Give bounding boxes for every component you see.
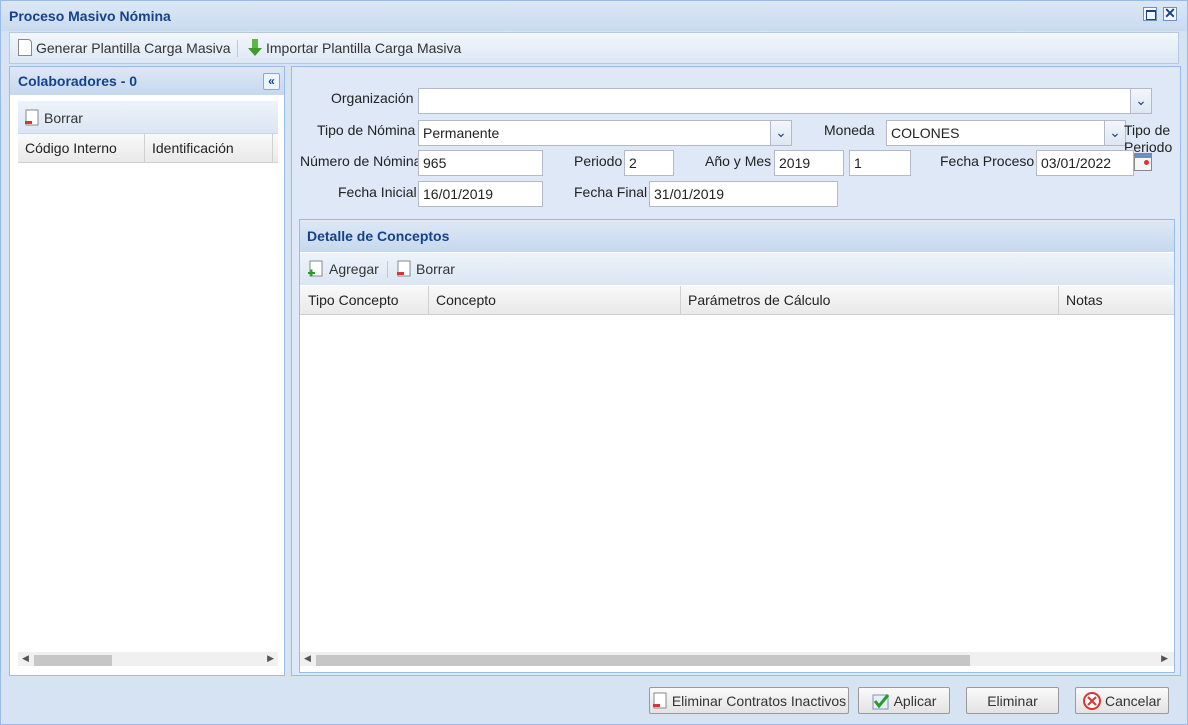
close-icon[interactable]: ✕ bbox=[1163, 5, 1177, 21]
collaborators-grid-header: Código Interno Identificación bbox=[18, 134, 278, 163]
check-icon bbox=[872, 693, 889, 709]
currency-select[interactable]: COLONES bbox=[886, 120, 1106, 146]
organization-select[interactable] bbox=[418, 88, 1132, 114]
apply-button[interactable]: Aplicar bbox=[858, 687, 950, 714]
maximize-icon[interactable] bbox=[1143, 7, 1157, 21]
payroll-type-label: Tipo de Nómina bbox=[317, 122, 416, 138]
column-header[interactable]: Parámetros de Cálculo bbox=[688, 292, 830, 308]
download-arrow-icon bbox=[248, 39, 262, 56]
concepts-panel: Detalle de Conceptos Agregar Borrar Tipo… bbox=[299, 219, 1175, 673]
delete-concept-button[interactable]: Borrar bbox=[396, 260, 455, 278]
concepts-toolbar: Agregar Borrar bbox=[300, 253, 1174, 285]
collaborators-toolbar: Borrar bbox=[18, 101, 278, 134]
end-date-label: Fecha Final bbox=[574, 184, 648, 200]
add-doc-icon bbox=[308, 260, 323, 277]
column-separator bbox=[680, 286, 681, 314]
collapse-left-icon[interactable]: « bbox=[263, 73, 280, 90]
column-header[interactable]: Código Interno bbox=[25, 140, 117, 156]
column-separator bbox=[144, 134, 145, 162]
main-toolbar: Generar Plantilla Carga Masiva Importar … bbox=[9, 32, 1179, 64]
document-icon bbox=[18, 39, 32, 56]
column-header[interactable]: Tipo Concepto bbox=[308, 292, 399, 308]
collaborators-header: Colaboradores - 0 « bbox=[10, 67, 284, 95]
concepts-grid-header: Tipo Concepto Concepto Parámetros de Cál… bbox=[300, 286, 1174, 315]
add-concept-button[interactable]: Agregar bbox=[307, 260, 379, 278]
import-template-button[interactable]: Importar Plantilla Carga Masiva bbox=[248, 39, 461, 57]
period-field[interactable]: 2 bbox=[624, 150, 674, 176]
calendar-icon[interactable] bbox=[1134, 153, 1152, 171]
concepts-title: Detalle de Conceptos bbox=[307, 228, 450, 244]
column-header[interactable]: Notas bbox=[1066, 292, 1103, 308]
delete-concept-label: Borrar bbox=[416, 261, 455, 277]
add-concept-label: Agregar bbox=[329, 261, 379, 277]
generate-template-button[interactable]: Generar Plantilla Carga Masiva bbox=[18, 39, 231, 56]
scrollbar-thumb[interactable] bbox=[34, 655, 112, 666]
dropdown-icon[interactable]: ⌄ bbox=[1130, 88, 1152, 114]
delete-doc-icon bbox=[652, 692, 667, 708]
year-field[interactable]: 2019 bbox=[774, 150, 844, 176]
column-separator bbox=[428, 286, 429, 314]
year-month-label: Año y Mes bbox=[705, 153, 772, 169]
column-header[interactable]: Identificación bbox=[152, 140, 234, 156]
delete-label: Eliminar bbox=[987, 692, 1038, 709]
payroll-form-panel: Organización ⌄ Tipo de Nómina Permanente… bbox=[291, 66, 1181, 676]
window-title: Proceso Masivo Nómina bbox=[9, 8, 171, 24]
delete-button[interactable]: Eliminar bbox=[966, 687, 1059, 714]
collaborators-title: Colaboradores - 0 bbox=[18, 73, 138, 89]
horizontal-scrollbar[interactable]: ◀ ▶ bbox=[300, 652, 1174, 666]
dropdown-icon[interactable]: ⌄ bbox=[1104, 120, 1126, 146]
toolbar-separator bbox=[387, 261, 388, 278]
collaborators-delete-button[interactable]: Borrar bbox=[24, 109, 83, 127]
title-bar: Proceso Masivo Nómina ✕ bbox=[1, 1, 1187, 31]
column-separator bbox=[272, 134, 273, 162]
horizontal-scrollbar[interactable]: ◀ ▶ bbox=[18, 652, 278, 666]
import-template-label: Importar Plantilla Carga Masiva bbox=[266, 40, 462, 56]
generate-template-label: Generar Plantilla Carga Masiva bbox=[36, 39, 231, 56]
collaborators-panel: Colaboradores - 0 « Borrar Código Intern… bbox=[9, 66, 285, 676]
delete-doc-icon bbox=[25, 109, 39, 126]
payroll-number-label: Número de Nómina bbox=[300, 153, 422, 169]
window: Proceso Masivo Nómina ✕ Generar Plantill… bbox=[0, 0, 1188, 725]
process-date-field[interactable]: 03/01/2022 bbox=[1036, 150, 1134, 176]
remove-inactive-contracts-button[interactable]: Eliminar Contratos Inactivos bbox=[649, 687, 849, 714]
cancel-button[interactable]: Cancelar bbox=[1075, 687, 1169, 714]
scrollbar-thumb[interactable] bbox=[316, 655, 970, 666]
cancel-label: Cancelar bbox=[1104, 692, 1162, 709]
end-date-field[interactable]: 31/01/2019 bbox=[649, 181, 838, 207]
delete-doc-icon bbox=[397, 260, 411, 277]
currency-label: Moneda bbox=[824, 122, 875, 138]
concepts-header: Detalle de Conceptos bbox=[300, 220, 1174, 252]
apply-label: Aplicar bbox=[893, 692, 937, 709]
month-field[interactable]: 1 bbox=[849, 150, 911, 176]
cancel-icon bbox=[1082, 691, 1101, 710]
column-separator bbox=[1058, 286, 1059, 314]
collaborators-delete-label: Borrar bbox=[44, 110, 83, 126]
organization-label: Organización bbox=[331, 90, 414, 106]
process-date-label: Fecha Proceso bbox=[940, 153, 1035, 169]
start-date-field[interactable]: 16/01/2019 bbox=[418, 181, 543, 207]
toolbar-separator bbox=[237, 40, 238, 57]
start-date-label: Fecha Inicial bbox=[338, 184, 417, 200]
payroll-type-select[interactable]: Permanente bbox=[418, 120, 772, 146]
payroll-number-field[interactable]: 965 bbox=[418, 150, 543, 176]
column-header[interactable]: Concepto bbox=[436, 292, 496, 308]
dropdown-icon[interactable]: ⌄ bbox=[770, 120, 792, 146]
remove-inactive-contracts-label: Eliminar Contratos Inactivos bbox=[671, 692, 847, 709]
period-label: Periodo bbox=[574, 153, 623, 169]
